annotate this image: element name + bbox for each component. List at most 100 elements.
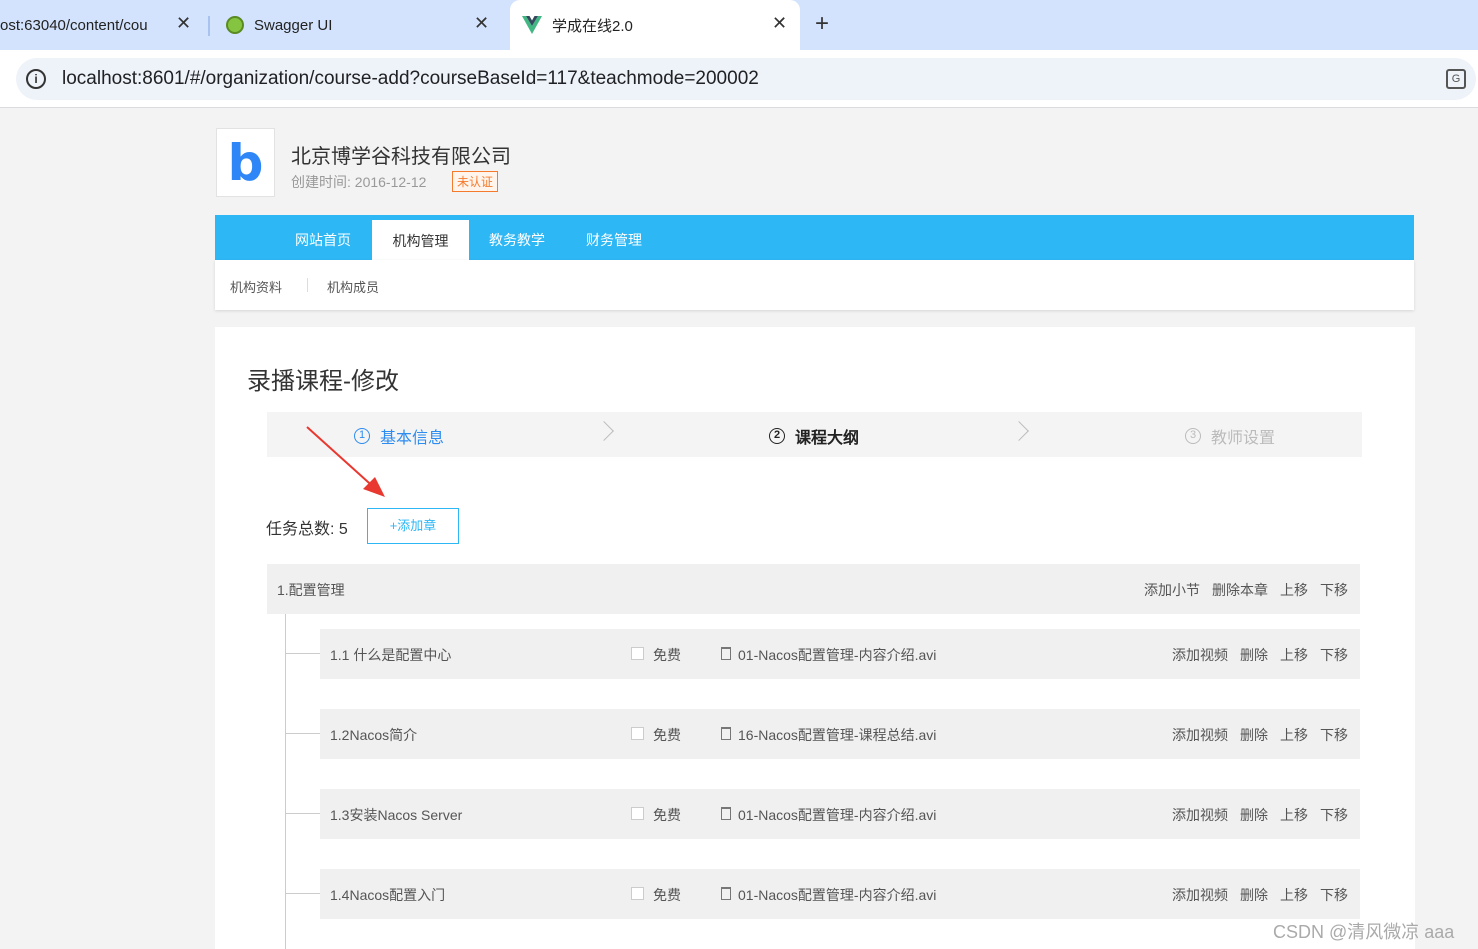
nav-item-finance[interactable]: 财务管理 [586, 215, 642, 260]
omnibox[interactable]: i localhost:8601/#/organization/course-a… [16, 58, 1476, 100]
move-down-link[interactable]: 下移 [1320, 885, 1348, 905]
org-created-date: 创建时间: 2016-12-12 [291, 174, 427, 190]
delete-section-link[interactable]: 删除 [1240, 725, 1268, 745]
move-down-link[interactable]: 下移 [1320, 645, 1348, 665]
url-text[interactable]: localhost:8601/#/organization/course-add… [62, 68, 759, 90]
tree-branch [286, 893, 320, 894]
video-name: 01-Nacos配置管理-内容介绍.avi [738, 647, 937, 663]
free-label: 免费 [653, 647, 681, 663]
add-video-link[interactable]: 添加视频 [1172, 805, 1228, 825]
delete-section-link[interactable]: 删除 [1240, 645, 1268, 665]
tree-branch [286, 733, 320, 734]
chapter-row: 1.配置管理 添加小节 删除本章 上移 下移 [267, 564, 1360, 614]
trash-icon[interactable] [721, 647, 731, 660]
main-nav: 网站首页 机构管理 教务教学 财务管理 [215, 215, 1414, 260]
delete-section-link[interactable]: 删除 [1240, 805, 1268, 825]
section-actions: 添加视频 删除 上移 下移 [1172, 805, 1348, 825]
tab-title: 学成在线2.0 [552, 17, 633, 35]
section-title: 1.3安装Nacos Server [330, 807, 463, 823]
subnav-item-org-members[interactable]: 机构成员 [327, 277, 379, 296]
chevron-right-icon [1009, 421, 1029, 441]
close-tab-icon[interactable]: ✕ [474, 13, 489, 34]
translate-icon[interactable]: G [1446, 69, 1466, 89]
nav-item-org-management[interactable]: 机构管理 [372, 220, 469, 260]
section-row: 1.2Nacos简介 免费 16-Nacos配置管理-课程总结.avi 添加视频… [320, 709, 1360, 759]
swagger-favicon-icon [226, 16, 244, 34]
add-section-link[interactable]: 添加小节 [1144, 580, 1200, 600]
tree-branch [286, 653, 320, 654]
free-checkbox[interactable] [631, 807, 644, 820]
move-down-link[interactable]: 下移 [1320, 580, 1348, 600]
chapter-title: 1.配置管理 [277, 582, 345, 598]
add-video-link[interactable]: 添加视频 [1172, 885, 1228, 905]
nav-item-teaching[interactable]: 教务教学 [489, 215, 545, 260]
section-actions: 添加视频 删除 上移 下移 [1172, 725, 1348, 745]
free-label: 免费 [653, 807, 681, 823]
section-title: 1.1 什么是配置中心 [330, 647, 452, 663]
section-actions: 添加视频 删除 上移 下移 [1172, 645, 1348, 665]
subnav-divider [307, 278, 308, 292]
free-label: 免费 [653, 727, 681, 743]
new-tab-button[interactable]: + [815, 10, 829, 38]
section-actions: 添加视频 删除 上移 下移 [1172, 885, 1348, 905]
section-row: 1.4Nacos配置入门 免费 01-Nacos配置管理-内容介绍.avi 添加… [320, 869, 1360, 919]
step-number: 3 [1185, 428, 1201, 444]
move-up-link[interactable]: 上移 [1280, 580, 1308, 600]
move-down-link[interactable]: 下移 [1320, 725, 1348, 745]
move-up-link[interactable]: 上移 [1280, 645, 1308, 665]
browser-tab-bar: ost:63040/content/cou ✕ Swagger UI ✕ 学成在… [0, 0, 1478, 50]
section-row: 1.3安装Nacos Server 免费 01-Nacos配置管理-内容介绍.a… [320, 789, 1360, 839]
free-checkbox[interactable] [631, 727, 644, 740]
add-video-link[interactable]: 添加视频 [1172, 645, 1228, 665]
logo-letter: b [227, 133, 264, 192]
free-checkbox[interactable] [631, 647, 644, 660]
move-down-link[interactable]: 下移 [1320, 805, 1348, 825]
step-course-outline[interactable]: 2 课程大纲 [769, 424, 859, 448]
trash-icon[interactable] [721, 727, 731, 740]
tab-title: Swagger UI [254, 16, 333, 34]
free-label: 免费 [653, 887, 681, 903]
status-badge: 未认证 [452, 171, 499, 192]
site-info-icon[interactable]: i [26, 69, 46, 89]
annotation-arrow-icon [306, 426, 385, 497]
close-tab-icon[interactable]: ✕ [176, 13, 191, 34]
trash-icon[interactable] [721, 807, 731, 820]
step-label: 课程大纲 [795, 430, 860, 447]
video-name: 01-Nacos配置管理-内容介绍.avi [738, 887, 937, 903]
nav-item-home[interactable]: 网站首页 [295, 215, 351, 260]
chevron-right-icon [594, 421, 614, 441]
content-panel: 录播课程-修改 1 基本信息 2 课程大纲 3 教师设置 任务总数: 5 +添加… [215, 327, 1415, 949]
chapter-actions: 添加小节 删除本章 上移 下移 [1144, 580, 1348, 600]
tree-branch [286, 813, 320, 814]
section-row: 1.1 什么是配置中心 免费 01-Nacos配置管理-内容介绍.avi 添加视… [320, 629, 1360, 679]
tree-line [285, 614, 286, 949]
tab-title: ost:63040/content/cou [0, 16, 148, 34]
step-number: 2 [769, 428, 785, 444]
delete-chapter-link[interactable]: 删除本章 [1212, 580, 1268, 600]
subnav-item-org-profile[interactable]: 机构资料 [230, 277, 282, 296]
org-logo: b [216, 128, 275, 197]
tab-separator [208, 16, 210, 36]
trash-icon[interactable] [721, 887, 731, 900]
org-name: 北京博学谷科技有限公司 [291, 146, 511, 168]
close-tab-icon[interactable]: ✕ [772, 13, 787, 34]
add-video-link[interactable]: 添加视频 [1172, 725, 1228, 745]
section-title: 1.2Nacos简介 [330, 727, 418, 743]
address-bar: i localhost:8601/#/organization/course-a… [0, 50, 1478, 108]
move-up-link[interactable]: 上移 [1280, 805, 1308, 825]
step-label: 教师设置 [1211, 430, 1276, 447]
step-teacher-settings[interactable]: 3 教师设置 [1185, 424, 1275, 448]
browser-tab-content[interactable]: ost:63040/content/cou ✕ [0, 0, 205, 50]
delete-section-link[interactable]: 删除 [1240, 885, 1268, 905]
watermark: CSDN @清风微凉 aaa [1273, 922, 1455, 942]
move-up-link[interactable]: 上移 [1280, 885, 1308, 905]
steps-bar: 1 基本信息 2 课程大纲 3 教师设置 [267, 412, 1362, 457]
video-name: 01-Nacos配置管理-内容介绍.avi [738, 807, 937, 823]
section-title: 1.4Nacos配置入门 [330, 887, 446, 903]
browser-tab-active[interactable]: 学成在线2.0 ✕ [510, 0, 800, 50]
browser-tab-swagger[interactable]: Swagger UI ✕ [216, 0, 506, 50]
move-up-link[interactable]: 上移 [1280, 725, 1308, 745]
vue-favicon-icon [522, 16, 542, 34]
sub-nav: 机构资料 机构成员 [215, 260, 1414, 310]
free-checkbox[interactable] [631, 887, 644, 900]
